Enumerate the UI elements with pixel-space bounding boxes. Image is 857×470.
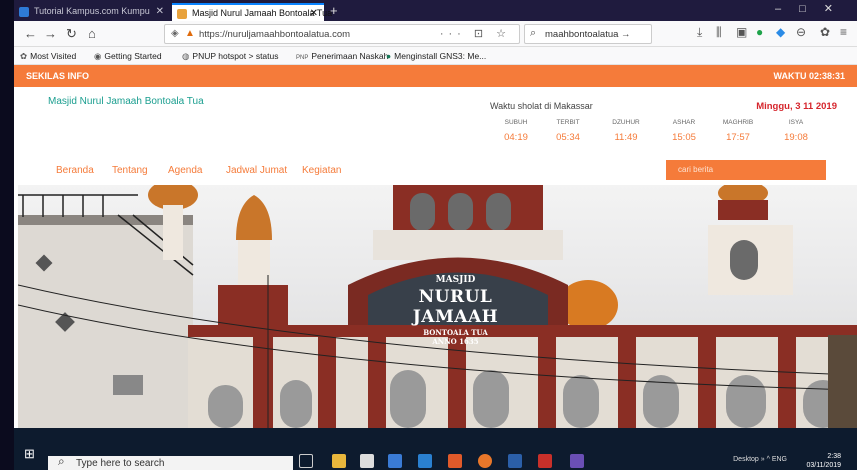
extension-icon[interactable]: ◆ bbox=[776, 25, 785, 39]
forward-icon[interactable]: → bbox=[44, 26, 57, 41]
nav-kegiatan[interactable]: Kegiatan bbox=[302, 165, 341, 176]
taskbar-search-input[interactable]: ⌕ Type here to search bbox=[48, 454, 293, 470]
pnp-icon: PNP bbox=[296, 55, 309, 61]
word-icon[interactable] bbox=[508, 454, 522, 468]
tab-favicon-icon bbox=[19, 7, 29, 17]
reload-icon[interactable]: ↻ bbox=[66, 26, 77, 42]
site-search-input[interactable]: cari berita bbox=[666, 160, 826, 180]
firefox-icon[interactable] bbox=[478, 454, 492, 468]
extension-icon[interactable]: ● bbox=[756, 25, 763, 39]
shield-icon: ◈ bbox=[171, 28, 179, 39]
clock-label: WAKTU 02:38:31 bbox=[773, 71, 845, 81]
extension-icon[interactable]: ✿ bbox=[820, 25, 830, 39]
task-view-icon[interactable] bbox=[299, 454, 313, 468]
bookmark-getting-started[interactable]: ◉ Getting Started bbox=[94, 51, 162, 62]
search-bar[interactable]: ⌕ maahbontoalatua → bbox=[524, 24, 652, 44]
taskbar-search-placeholder: Type here to search bbox=[76, 458, 165, 469]
date-label: Minggu, 3 11 2019 bbox=[756, 101, 837, 112]
home-icon[interactable]: ⌂ bbox=[88, 26, 96, 41]
pdf-icon[interactable] bbox=[538, 454, 552, 468]
browser-tab-2[interactable]: Masjid Nurul Jamaah Bontoala Tua ✕ bbox=[172, 3, 332, 21]
prayer-time: ASHAR 15:05 bbox=[672, 119, 696, 143]
prayer-time: MAGHRIB 17:57 bbox=[722, 119, 754, 143]
bookmark-pnup-hotspot[interactable]: ◍ PNUP hotspot > status bbox=[182, 51, 279, 62]
search-icon: ⌕ bbox=[58, 454, 65, 468]
bookmark-gns3[interactable]: ● Menginstall GNS3: Me... bbox=[386, 51, 486, 61]
app-icon[interactable] bbox=[418, 454, 432, 468]
page-actions[interactable]: ··· ⊡ ☆ bbox=[440, 27, 511, 40]
nav-beranda[interactable]: Beranda bbox=[56, 165, 94, 176]
close-tab-icon[interactable]: ✕ bbox=[156, 6, 164, 17]
site-title[interactable]: Masjid Nurul Jamaah Bontoala Tua bbox=[48, 96, 204, 107]
site-header: Masjid Nurul Jamaah Bontoala Tua Waktu s… bbox=[14, 87, 857, 185]
browser-tab-1[interactable]: Tutorial Kampus.com Kumpu ✕ bbox=[14, 3, 170, 21]
browser-tab-bar: Tutorial Kampus.com Kumpu ✕ Masjid Nurul… bbox=[14, 0, 857, 21]
file-explorer-icon[interactable] bbox=[332, 454, 346, 468]
lock-icon: ▲ bbox=[185, 28, 195, 39]
bookmarks-toolbar: ✿ Most Visited ◉ Getting Started ◍ PNUP hot… bbox=[14, 47, 857, 65]
screen: Tutorial Kampus.com Kumpu ✕ Masjid Nurul… bbox=[14, 0, 857, 470]
prayer-time: DZUHUR 11:49 bbox=[612, 119, 640, 143]
app-icon[interactable] bbox=[448, 454, 462, 468]
menu-icon[interactable]: ≡ bbox=[840, 25, 847, 39]
windows-taskbar: ⊞ ⌕ Type here to search Desktop » ^ ENG … bbox=[14, 428, 857, 470]
browser-toolbar: ← → ↻ ⌂ ◈ ▲ https://nuruljamaahbontoalat… bbox=[14, 21, 857, 47]
close-tab-icon[interactable]: ✕ bbox=[310, 8, 318, 19]
search-value: maahbontoalatua → bbox=[545, 29, 631, 40]
prayer-time: TERBIT 05:34 bbox=[556, 119, 580, 143]
globe-icon: ◍ bbox=[182, 51, 190, 61]
prayer-time: ISYA 19:08 bbox=[784, 119, 808, 143]
bookmark-penerimaan-naskah[interactable]: PNP Penerimaan Naskah bbox=[296, 51, 388, 61]
library-icon[interactable]: ⫼ bbox=[716, 25, 722, 40]
account-icon[interactable]: ⊖ bbox=[796, 25, 806, 39]
info-label: SEKILAS INFO bbox=[26, 71, 90, 81]
tab-label: Tutorial Kampus.com Kumpu bbox=[34, 6, 150, 16]
gear-icon: ✿ bbox=[20, 51, 28, 61]
taskbar-clock[interactable]: 2:38 03/11/2019 bbox=[806, 452, 841, 470]
url-text: https://nuruljamaahbontoalatua.com bbox=[199, 29, 351, 40]
search-icon: ⌕ bbox=[530, 27, 537, 39]
tab-favicon-icon bbox=[177, 9, 187, 19]
prayer-times: SUBUH 04:19 TERBIT 05:34 DZUHUR 11:49 AS… bbox=[490, 119, 835, 149]
new-tab-icon[interactable]: + bbox=[330, 3, 338, 18]
info-bar: SEKILAS INFO WAKTU 02:38:31 bbox=[14, 65, 857, 87]
system-tray[interactable]: Desktop » ^ ENG bbox=[733, 456, 787, 463]
sholat-label: Waktu sholat di Makassar bbox=[490, 101, 593, 111]
back-icon[interactable]: ← bbox=[24, 26, 37, 41]
hero-image: MASJID NURUL JAMAAH BONTOALA TUA ANNO 16… bbox=[18, 185, 857, 428]
mosque-sign: MASJID NURUL JAMAAH BONTOALA TUA ANNO 16… bbox=[412, 275, 499, 346]
firefox-icon: ◉ bbox=[94, 51, 102, 61]
app-icon[interactable] bbox=[570, 454, 584, 468]
site-icon: ● bbox=[386, 51, 392, 61]
url-bar[interactable]: ◈ ▲ https://nuruljamaahbontoalatua.com ·… bbox=[164, 24, 520, 44]
nav-agenda[interactable]: Agenda bbox=[168, 165, 202, 176]
app-icon[interactable] bbox=[388, 454, 402, 468]
store-icon[interactable] bbox=[360, 454, 374, 468]
prayer-time: SUBUH 04:19 bbox=[504, 119, 528, 143]
search-placeholder: cari berita bbox=[678, 165, 714, 174]
nav-jadwal-jumat[interactable]: Jadwal Jumat bbox=[226, 165, 287, 176]
sidebar-icon[interactable]: ▣ bbox=[736, 25, 747, 39]
download-icon[interactable]: ⤓ bbox=[697, 25, 702, 40]
bookmark-most-visited[interactable]: ✿ Most Visited bbox=[20, 51, 76, 62]
windows-start-icon[interactable]: ⊞ bbox=[24, 446, 35, 462]
window-controls[interactable]: –□✕ bbox=[775, 2, 851, 15]
nav-tentang[interactable]: Tentang bbox=[112, 165, 148, 176]
